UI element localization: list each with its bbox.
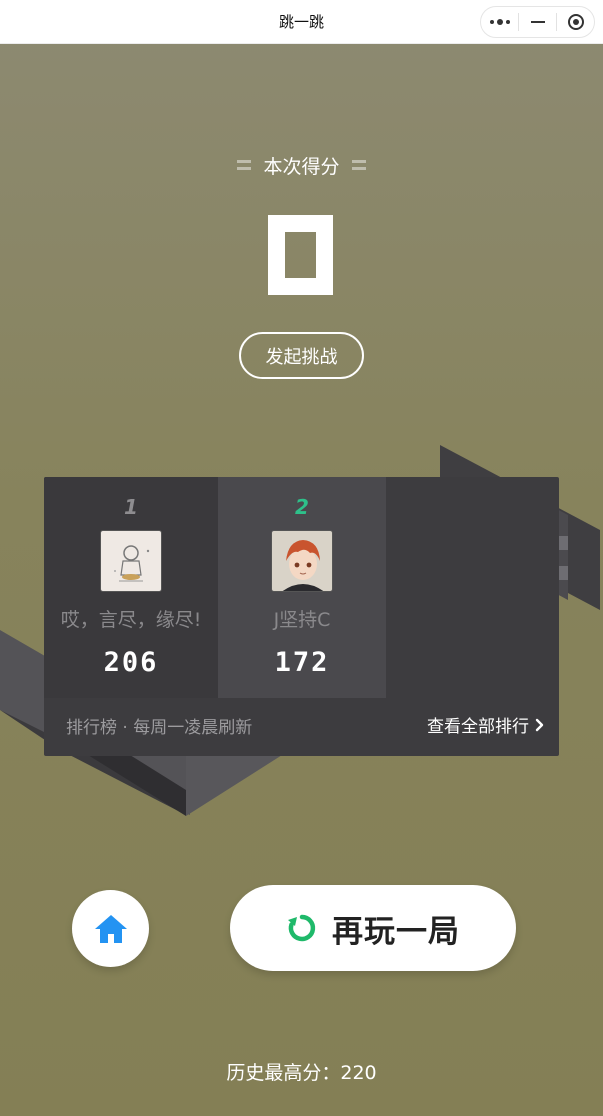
more-icon: [489, 19, 510, 25]
chevron-right-icon: [535, 718, 544, 731]
view-all-label: 查看全部排行: [427, 717, 529, 737]
avatar: [271, 530, 333, 592]
score-label: 本次得分: [263, 155, 340, 178]
minimize-icon: [530, 21, 545, 23]
rank-number: 1: [124, 495, 138, 519]
replay-icon: [288, 914, 316, 942]
capsule-menu: [480, 6, 595, 38]
close-button[interactable]: [557, 7, 594, 37]
avatar-anime-image: [272, 531, 332, 591]
view-all-link[interactable]: 查看全部排行: [427, 712, 545, 737]
close-icon: [567, 14, 584, 30]
current-score: [268, 215, 333, 295]
challenge-button[interactable]: 发起挑战: [239, 332, 364, 379]
home-icon: [94, 914, 127, 943]
player-score: 206: [103, 647, 159, 678]
player-name: 哎，言尽，缘尽!: [60, 609, 202, 631]
title-bar: 跳一跳: [0, 0, 603, 44]
player-name: J坚持C: [273, 609, 331, 631]
minimize-button[interactable]: [519, 7, 556, 37]
history-best-score: 历史最高分：220: [226, 1062, 377, 1084]
block-stripe: [558, 566, 568, 580]
home-button[interactable]: [72, 890, 149, 967]
rank-number: 2: [295, 495, 309, 519]
equals-decoration-icon: [351, 160, 366, 170]
avatar: [100, 530, 162, 592]
leaderboard-entry[interactable]: 2 J坚持C 172: [218, 477, 386, 698]
score-header: 本次得分: [0, 150, 603, 180]
player-score: 172: [274, 647, 330, 678]
avatar-sketch-image: [101, 531, 161, 591]
leaderboard-note: 排行榜 · 每周一凌晨刷新: [66, 718, 253, 738]
leaderboard-card: 1 哎，言尽，缘尽! 206 2 J坚持C 172 排行榜 · 每周一凌晨刷新 …: [44, 477, 559, 756]
leaderboard-entry[interactable]: 1 哎，言尽，缘尽! 206: [44, 477, 218, 698]
more-button[interactable]: [481, 7, 518, 37]
replay-button[interactable]: 再玩一局: [230, 885, 516, 971]
block-stripe: [558, 536, 568, 550]
equals-decoration-icon: [237, 160, 252, 170]
replay-label: 再玩一局: [332, 913, 460, 950]
